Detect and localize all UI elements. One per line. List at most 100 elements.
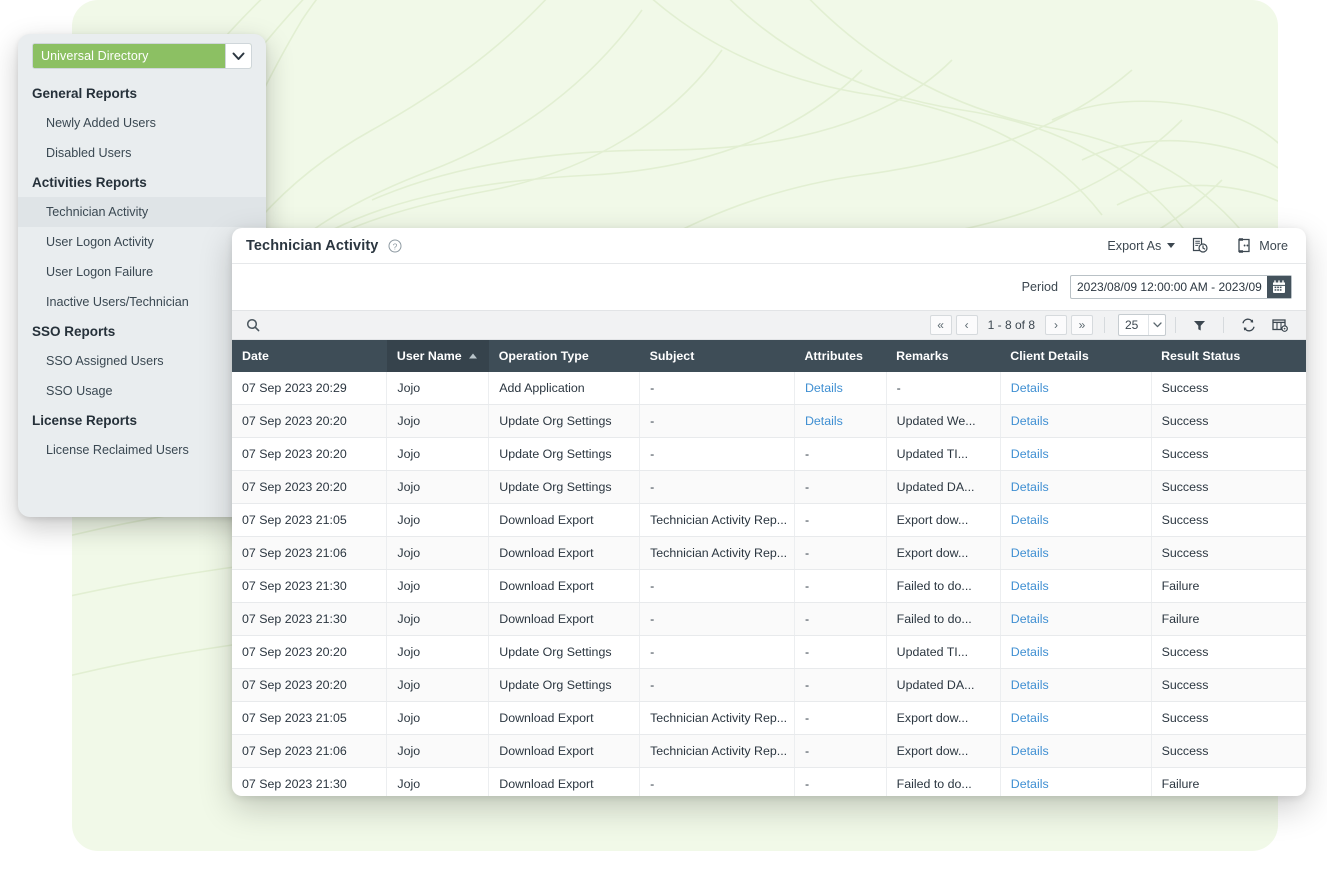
details-link[interactable]: Details (1011, 414, 1049, 428)
cell-client-details[interactable]: Details (1000, 702, 1151, 735)
period-field[interactable]: 2023/08/09 12:00:00 AM - 2023/09 (1070, 275, 1292, 299)
column-header-result-status[interactable]: Result Status (1151, 340, 1306, 372)
column-settings-icon[interactable] (1264, 318, 1296, 332)
cell-text: - (805, 612, 809, 626)
cell-client-details[interactable]: Details (1000, 405, 1151, 438)
cell-date: 07 Sep 2023 21:30 (232, 768, 387, 797)
sidebar-item-sso-usage[interactable]: SSO Usage (18, 376, 266, 406)
cell-text: Add Application (499, 381, 584, 395)
cell-text: - (650, 612, 654, 626)
table-row[interactable]: 07 Sep 2023 20:20JojoUpdate Org Settings… (232, 438, 1306, 471)
details-link[interactable]: Details (805, 414, 843, 428)
cell-text: 07 Sep 2023 20:29 (242, 381, 347, 395)
filter-icon[interactable] (1185, 319, 1214, 332)
sidebar-group-title: General Reports (18, 79, 266, 108)
period-input[interactable]: 2023/08/09 12:00:00 AM - 2023/09 (1071, 276, 1267, 298)
table-row[interactable]: 07 Sep 2023 20:20JojoUpdate Org Settings… (232, 636, 1306, 669)
export-as-button[interactable]: Export As (1107, 239, 1175, 253)
search-icon[interactable] (242, 318, 264, 332)
table-row[interactable]: 07 Sep 2023 21:30JojoDownload Export--Fa… (232, 603, 1306, 636)
table-row[interactable]: 07 Sep 2023 20:20JojoUpdate Org Settings… (232, 669, 1306, 702)
sidebar-item-newly-added-users[interactable]: Newly Added Users (18, 108, 266, 138)
refresh-icon[interactable] (1233, 318, 1264, 332)
cell-text: Download Export (499, 777, 593, 791)
sidebar-item-technician-activity[interactable]: Technician Activity (18, 197, 266, 227)
cell-client-details[interactable]: Details (1000, 669, 1151, 702)
cell-client-details[interactable]: Details (1000, 636, 1151, 669)
column-header-remarks[interactable]: Remarks (886, 340, 1000, 372)
column-header-attributes[interactable]: Attributes (794, 340, 886, 372)
details-link[interactable]: Details (1011, 447, 1049, 461)
details-link[interactable]: Details (1011, 579, 1049, 593)
details-link[interactable]: Details (1011, 546, 1049, 560)
column-header-operation-type[interactable]: Operation Type (489, 340, 640, 372)
details-link[interactable]: Details (1011, 480, 1049, 494)
more-label: More (1259, 239, 1288, 253)
details-link[interactable]: Details (1011, 744, 1049, 758)
column-header-user-name[interactable]: User Name (387, 340, 489, 372)
cell-client-details[interactable]: Details (1000, 537, 1151, 570)
table-row[interactable]: 07 Sep 2023 20:29JojoAdd Application-Det… (232, 372, 1306, 405)
directory-selector[interactable]: Universal Directory (32, 43, 252, 69)
sidebar-item-user-logon-activity[interactable]: User Logon Activity (18, 227, 266, 257)
details-link[interactable]: Details (1011, 612, 1049, 626)
question-mark-circle-icon[interactable]: ? (388, 239, 402, 253)
sidebar-item-inactive-users-technician[interactable]: Inactive Users/Technician (18, 287, 266, 317)
details-link[interactable]: Details (1011, 381, 1049, 395)
page-size-select[interactable]: 25 (1118, 314, 1166, 336)
details-link[interactable]: Details (805, 381, 843, 395)
cell-attributes[interactable]: Details (794, 372, 886, 405)
column-header-client-details[interactable]: Client Details (1000, 340, 1151, 372)
table-row[interactable]: 07 Sep 2023 21:05JojoDownload ExportTech… (232, 504, 1306, 537)
table-header-row: DateUser NameOperation TypeSubjectAttrib… (232, 340, 1306, 372)
cell-text: Update Org Settings (499, 480, 611, 494)
cell-client-details[interactable]: Details (1000, 438, 1151, 471)
cell-client-details[interactable]: Details (1000, 603, 1151, 636)
cell-result-status: Success (1151, 537, 1306, 570)
cell-client-details[interactable]: Details (1000, 768, 1151, 797)
table-row[interactable]: 07 Sep 2023 20:20JojoUpdate Org Settings… (232, 405, 1306, 438)
schedule-report-icon[interactable] (1191, 237, 1208, 254)
details-link[interactable]: Details (1011, 678, 1049, 692)
table-row[interactable]: 07 Sep 2023 21:30JojoDownload Export--Fa… (232, 570, 1306, 603)
next-page-button[interactable]: › (1045, 315, 1067, 335)
cell-attributes[interactable]: Details (794, 405, 886, 438)
calendar-icon[interactable] (1267, 276, 1291, 298)
cell-remarks: Updated DA... (886, 669, 1000, 702)
table-row[interactable]: 07 Sep 2023 21:06JojoDownload ExportTech… (232, 537, 1306, 570)
details-link[interactable]: Details (1011, 711, 1049, 725)
last-page-button[interactable]: » (1071, 315, 1093, 335)
cell-user-name: Jojo (387, 768, 489, 797)
cell-client-details[interactable]: Details (1000, 372, 1151, 405)
cell-client-details[interactable]: Details (1000, 735, 1151, 768)
cell-text: Jojo (397, 480, 420, 494)
details-link[interactable]: Details (1011, 777, 1049, 791)
cell-subject: - (640, 768, 795, 797)
table-row[interactable]: 07 Sep 2023 21:05JojoDownload ExportTech… (232, 702, 1306, 735)
sidebar-item-license-reclaimed-users[interactable]: License Reclaimed Users (18, 435, 266, 465)
cell-remarks: Export dow... (886, 735, 1000, 768)
details-link[interactable]: Details (1011, 645, 1049, 659)
table-row[interactable]: 07 Sep 2023 20:20JojoUpdate Org Settings… (232, 471, 1306, 504)
chevron-down-icon[interactable] (225, 44, 251, 68)
sidebar-item-user-logon-failure[interactable]: User Logon Failure (18, 257, 266, 287)
first-page-button[interactable]: « (930, 315, 952, 335)
cell-client-details[interactable]: Details (1000, 570, 1151, 603)
table-row[interactable]: 07 Sep 2023 21:06JojoDownload ExportTech… (232, 735, 1306, 768)
svg-text:?: ? (393, 241, 398, 251)
cell-text: 07 Sep 2023 20:20 (242, 447, 347, 461)
prev-page-button[interactable]: ‹ (956, 315, 978, 335)
cell-operation-type: Update Org Settings (489, 636, 640, 669)
cell-attributes: - (794, 537, 886, 570)
table-row[interactable]: 07 Sep 2023 21:30JojoDownload Export--Fa… (232, 768, 1306, 797)
column-header-subject[interactable]: Subject (640, 340, 795, 372)
sidebar-item-disabled-users[interactable]: Disabled Users (18, 138, 266, 168)
period-label: Period (1022, 280, 1058, 294)
cell-client-details[interactable]: Details (1000, 504, 1151, 537)
details-link[interactable]: Details (1011, 513, 1049, 527)
cell-user-name: Jojo (387, 471, 489, 504)
more-button[interactable]: More (1236, 238, 1288, 253)
cell-client-details[interactable]: Details (1000, 471, 1151, 504)
sidebar-item-sso-assigned-users[interactable]: SSO Assigned Users (18, 346, 266, 376)
column-header-date[interactable]: Date (232, 340, 387, 372)
